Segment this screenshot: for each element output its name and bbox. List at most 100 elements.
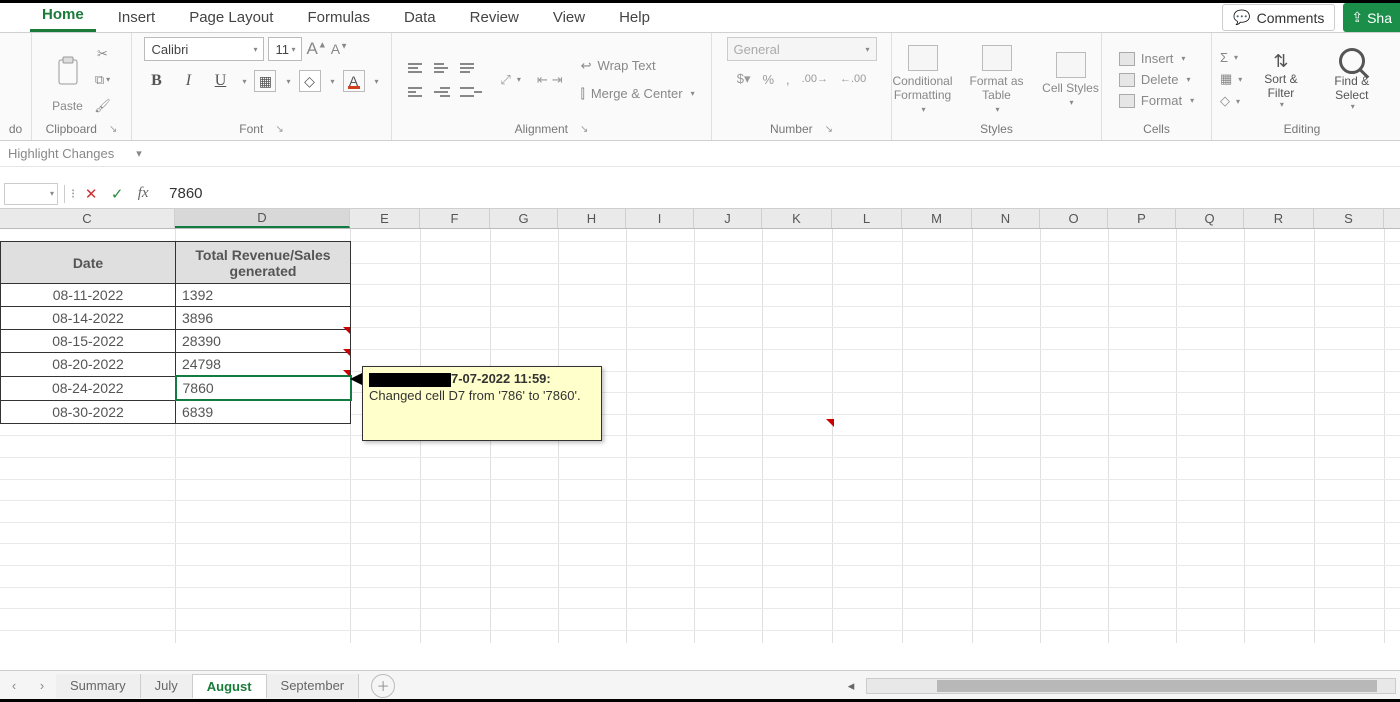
decrease-indent-icon[interactable]: ⇤ <box>537 72 548 88</box>
align-center-icon[interactable] <box>434 82 456 102</box>
align-right-icon[interactable] <box>460 82 482 102</box>
sheet-tab-summary[interactable]: Summary <box>56 674 141 698</box>
table-row[interactable]: 08-11-20221392 <box>1 284 351 307</box>
name-box[interactable]: ▾ <box>4 183 58 205</box>
percent-icon[interactable]: % <box>762 72 774 87</box>
column-header-P[interactable]: P <box>1108 209 1176 228</box>
align-middle-icon[interactable] <box>434 58 456 78</box>
tab-insert[interactable]: Insert <box>106 5 168 32</box>
number-launcher-icon[interactable]: ↘ <box>825 124 833 135</box>
cell-date[interactable]: 08-11-2022 <box>1 284 176 307</box>
decrease-font-icon[interactable]: A▼ <box>331 41 348 57</box>
bold-button[interactable]: B <box>144 69 168 93</box>
font-size-select[interactable]: 11▾ <box>268 37 302 61</box>
column-header-C[interactable]: C <box>0 209 175 228</box>
column-header-R[interactable]: R <box>1244 209 1314 228</box>
cell-value[interactable]: 28390 <box>176 330 351 353</box>
delete-cells-button[interactable]: Delete▾ <box>1119 72 1194 87</box>
column-header-M[interactable]: M <box>902 209 972 228</box>
table-row[interactable]: 08-30-20226839 <box>1 400 351 424</box>
align-left-icon[interactable] <box>408 82 430 102</box>
hscroll-thumb[interactable] <box>937 680 1377 692</box>
insert-cells-button[interactable]: Insert▾ <box>1119 51 1194 66</box>
column-header-F[interactable]: F <box>420 209 490 228</box>
copy-icon[interactable]: ⧉▾ <box>92 69 114 91</box>
highlight-changes-button[interactable]: Highlight Changes <box>8 146 114 161</box>
increase-indent-icon[interactable]: ⇥ <box>552 72 563 88</box>
sheet-tab-september[interactable]: September <box>267 674 360 698</box>
fill-button[interactable]: ▦▾ <box>1220 71 1242 87</box>
underline-button[interactable]: U <box>208 69 232 93</box>
column-header-L[interactable]: L <box>832 209 902 228</box>
column-header-Q[interactable]: Q <box>1176 209 1244 228</box>
column-header-I[interactable]: I <box>626 209 694 228</box>
cell-value[interactable]: 7860 <box>176 376 351 400</box>
cell-date[interactable]: 08-30-2022 <box>1 400 176 424</box>
tab-help[interactable]: Help <box>607 5 662 32</box>
tab-page-layout[interactable]: Page Layout <box>177 5 285 32</box>
cell-date[interactable]: 08-15-2022 <box>1 330 176 353</box>
confirm-edit-button[interactable]: ✓ <box>107 185 127 203</box>
borders-button[interactable]: ▦ <box>254 70 276 92</box>
italic-button[interactable]: I <box>176 69 200 93</box>
column-header-E[interactable]: E <box>350 209 420 228</box>
font-color-button[interactable]: A <box>343 70 365 92</box>
add-sheet-button[interactable]: ＋ <box>371 674 395 698</box>
fill-color-button[interactable]: ◇ <box>299 70 321 92</box>
tab-formulas[interactable]: Formulas <box>295 5 382 32</box>
sheet-nav-prev[interactable]: ‹ <box>0 678 28 693</box>
tab-view[interactable]: View <box>541 5 597 32</box>
cell-date[interactable]: 08-14-2022 <box>1 307 176 330</box>
formula-input[interactable]: 7860 <box>159 185 1396 202</box>
clear-button[interactable]: ◇▾ <box>1220 93 1240 109</box>
wrap-text-button[interactable]: ↩Wrap Text <box>581 58 656 74</box>
sort-filter-button[interactable]: ⇅ Sort & Filter▾ <box>1252 51 1309 109</box>
orientation-icon[interactable]: ⤢ <box>500 72 510 88</box>
cell-date[interactable]: 08-20-2022 <box>1 353 176 377</box>
cell-styles-button[interactable]: Cell Styles▾ <box>1036 52 1106 107</box>
table-row[interactable]: 08-15-202228390 <box>1 330 351 353</box>
cancel-edit-button[interactable]: ✕ <box>81 185 101 203</box>
decrease-decimal-icon[interactable]: ←.00 <box>840 73 866 85</box>
merge-center-button[interactable]: ⫿Merge & Center▾ <box>581 86 695 102</box>
table-row[interactable]: 08-20-202224798 <box>1 353 351 377</box>
sheet-tab-july[interactable]: July <box>141 674 193 698</box>
cut-icon[interactable]: ✂ <box>92 43 114 65</box>
align-bottom-icon[interactable] <box>460 58 482 78</box>
table-row[interactable]: 08-14-20223896 <box>1 307 351 330</box>
spreadsheet-grid[interactable]: CDEFGHIJKLMNOPQRS Date Total Revenue/Sal… <box>0 209 1400 643</box>
qat-dropdown-icon[interactable]: ▾ <box>136 147 142 160</box>
currency-icon[interactable]: $▾ <box>737 71 751 87</box>
comments-button[interactable]: 💬 Comments <box>1222 4 1335 31</box>
alignment-launcher-icon[interactable]: ↘ <box>580 124 588 135</box>
increase-font-icon[interactable]: A▲ <box>306 39 326 59</box>
hscroll-left-button[interactable]: ◂ <box>842 678 860 694</box>
sheet-nav-next[interactable]: › <box>28 678 56 693</box>
column-header-O[interactable]: O <box>1040 209 1108 228</box>
font-launcher-icon[interactable]: ↘ <box>275 124 283 135</box>
number-format-select[interactable]: General▾ <box>727 37 877 61</box>
align-top-icon[interactable] <box>408 58 430 78</box>
format-painter-icon[interactable]: 🖌 <box>92 95 114 117</box>
insert-function-button[interactable]: fx <box>133 185 153 202</box>
autosum-button[interactable]: Σ▾ <box>1220 50 1238 65</box>
column-headers[interactable]: CDEFGHIJKLMNOPQRS <box>0 209 1400 229</box>
format-as-table-button[interactable]: Format as Table▾ <box>962 45 1032 114</box>
cell-value[interactable]: 1392 <box>176 284 351 307</box>
format-cells-button[interactable]: Format▾ <box>1119 93 1194 108</box>
conditional-formatting-button[interactable]: Conditional Formatting▾ <box>888 45 958 114</box>
column-header-K[interactable]: K <box>762 209 832 228</box>
font-name-select[interactable]: Calibri▾ <box>144 37 264 61</box>
increase-decimal-icon[interactable]: .00→ <box>802 73 828 85</box>
find-select-button[interactable]: Find & Select▾ <box>1320 48 1384 111</box>
clipboard-launcher-icon[interactable]: ↘ <box>109 124 117 135</box>
cell-date[interactable]: 08-24-2022 <box>1 376 176 400</box>
paste-button[interactable] <box>50 47 86 95</box>
tab-home[interactable]: Home <box>30 2 96 32</box>
column-header-J[interactable]: J <box>694 209 762 228</box>
cell-value[interactable]: 6839 <box>176 400 351 424</box>
comma-icon[interactable]: , <box>786 72 790 87</box>
sheet-tab-august[interactable]: August <box>193 674 267 698</box>
table-row[interactable]: 08-24-20227860 <box>1 376 351 400</box>
tab-data[interactable]: Data <box>392 5 448 32</box>
